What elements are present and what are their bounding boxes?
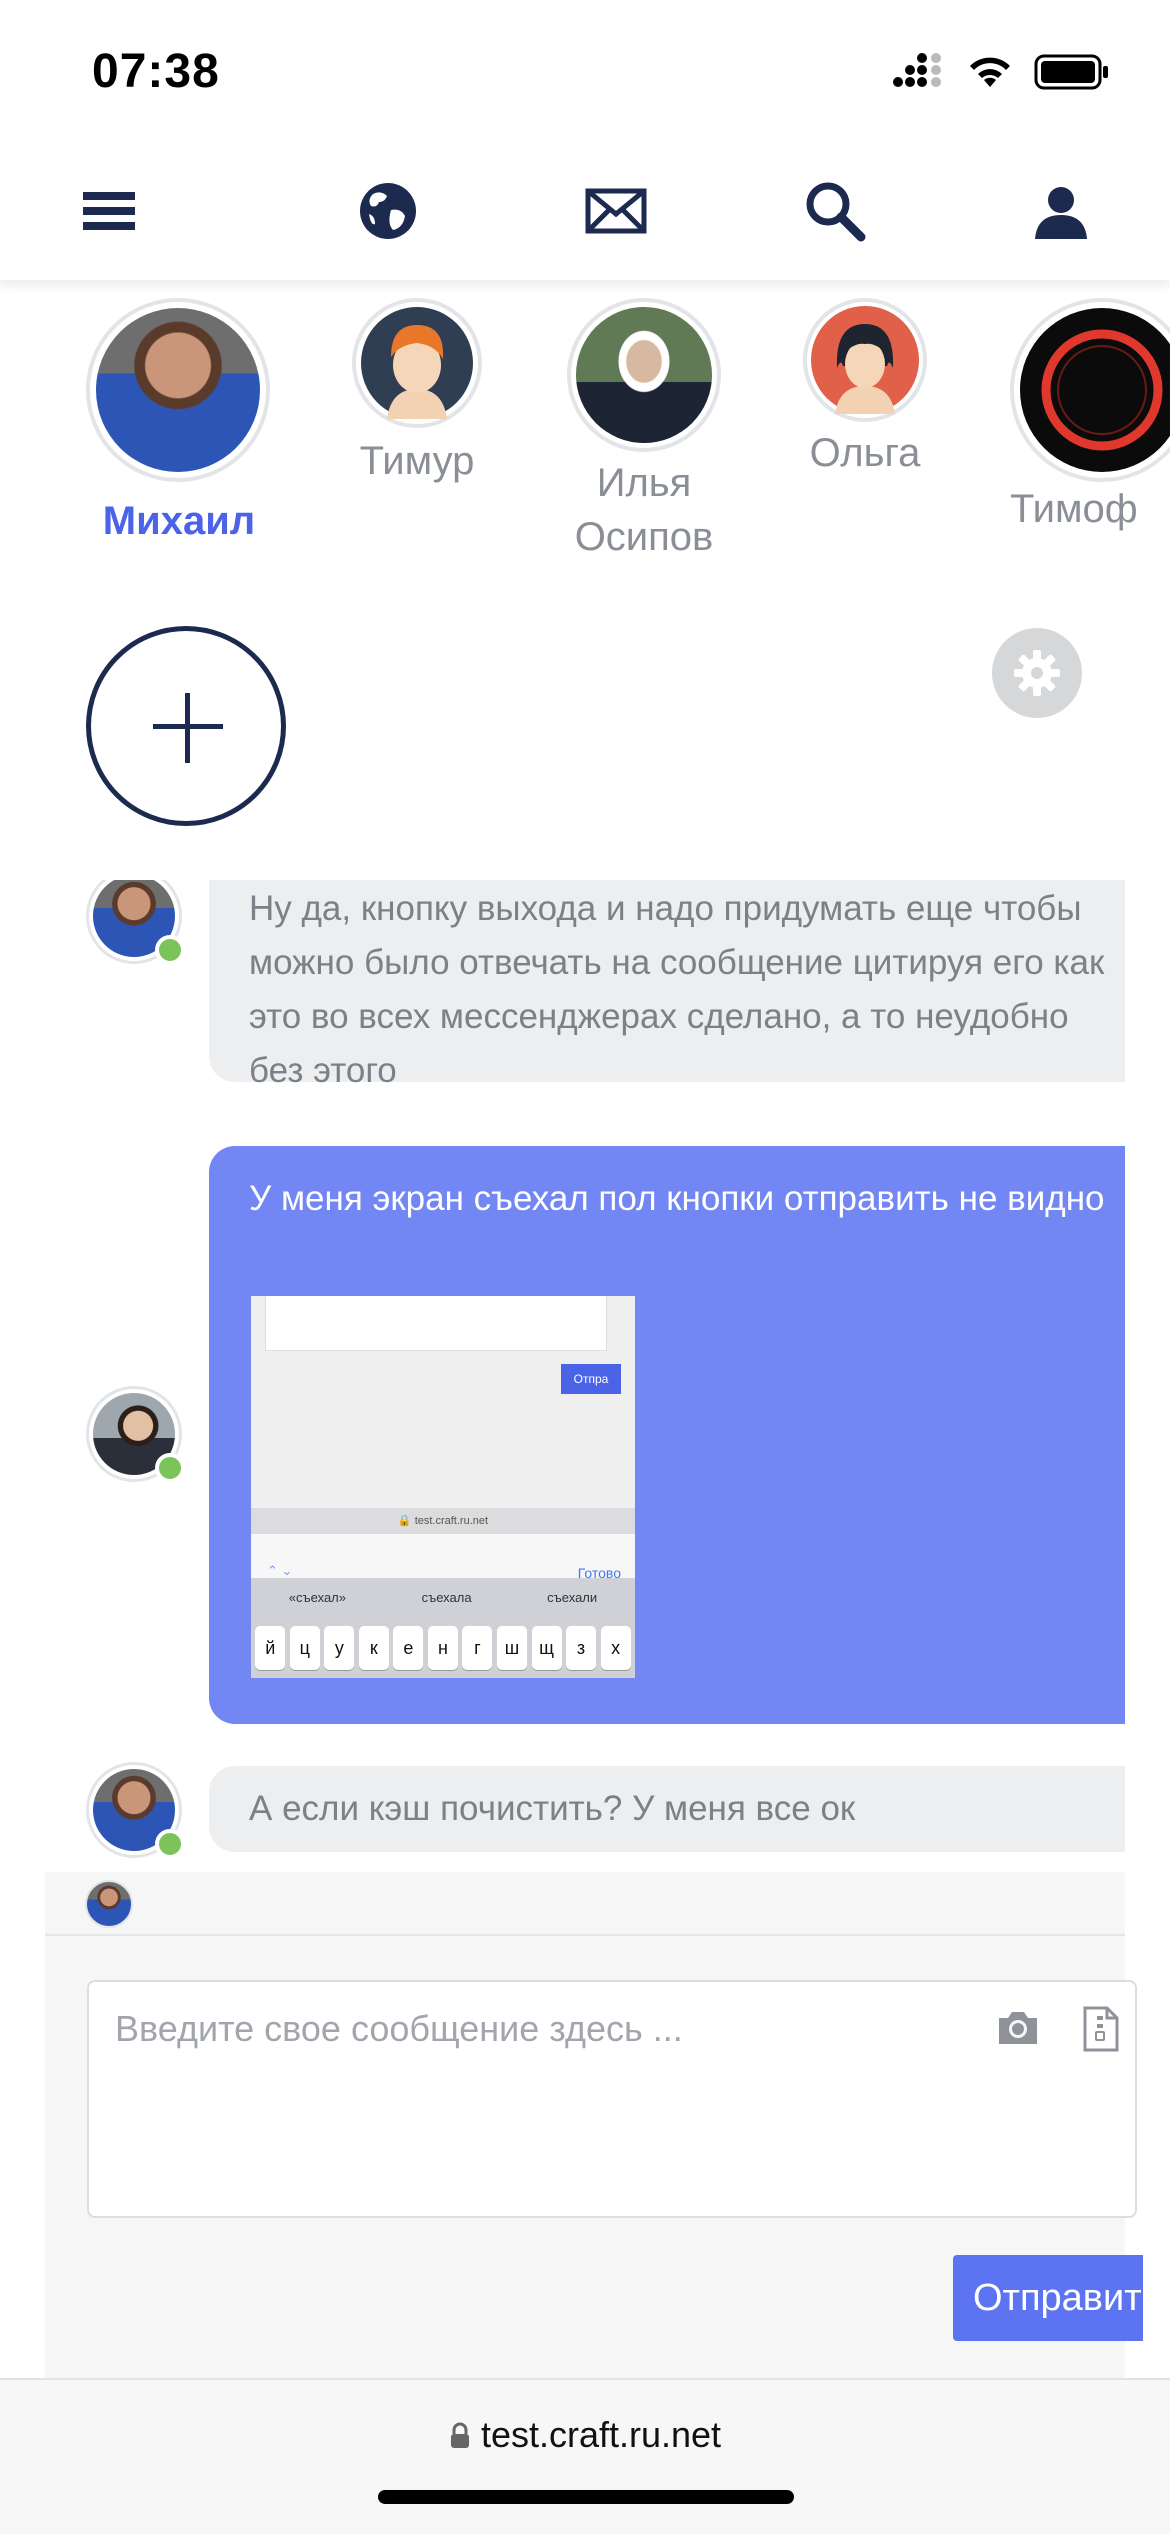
avatar [361,307,473,419]
contact-name-line1: Илья [596,461,692,505]
online-indicator [155,1453,185,1483]
message-composer: Введите свое сообщение здесь ... Отправи… [45,1872,1143,2378]
status-icons [892,52,1110,92]
camera-button[interactable] [995,2008,1041,2051]
settings-button[interactable] [992,628,1082,718]
message-text: Ну да, кнопку выхода и надо придумать ещ… [249,889,1105,1090]
message-incoming[interactable]: Ну да, кнопку выхода и надо придумать ещ… [209,880,1125,1090]
contact-name: Михаил [102,499,256,543]
avatar [1020,308,1170,472]
sender-avatar[interactable] [86,880,185,965]
status-bar: 07:38 [0,0,1170,140]
message-image-attachment[interactable]: Отпра 🔒 test.craft.ru.net ⌃ ⌄ Готово «съ… [251,1296,635,1678]
contact-avatar-ring [567,298,721,452]
attachment-keyboard: й ц у к е н г ш щ з х [251,1618,635,1678]
avatar [96,308,260,472]
message-incoming[interactable]: А если кэш почистить? У меня все ок [209,1766,1125,1852]
avatar [811,306,919,414]
search-button[interactable] [800,176,870,246]
top-navigation [0,140,1170,280]
menu-button[interactable] [74,176,144,246]
contact-name: Ольга [809,431,921,475]
contact-ilya[interactable]: Илья Осипов [564,298,724,564]
home-indicator[interactable] [378,2490,794,2504]
message-input-placeholder: Введите свое сообщение здесь ... [115,2008,683,2049]
contact-timur[interactable]: Тимур [352,298,482,488]
add-button[interactable] [86,626,286,826]
sender-avatar[interactable] [86,1762,185,1859]
file-archive-icon [1083,2006,1119,2052]
status-time: 07:38 [92,45,220,98]
gear-icon [1014,650,1060,696]
attachment-suggestions: «съехал» съехала съехали [251,1578,635,1618]
signal-icon [893,53,941,87]
chat-messages[interactable]: Ну да, кнопку выхода и надо придумать ещ… [45,880,1125,1872]
divider [45,1934,1125,1936]
browser-address-bar[interactable]: test.craft.ru.net [0,2378,1170,2534]
profile-button[interactable] [1026,176,1096,246]
attach-file-button[interactable] [1081,2006,1121,2057]
message-text: У меня экран съехал пол кнопки отправить… [249,1179,1105,1218]
camera-icon [999,2012,1037,2044]
attachment-url: 🔒 test.craft.ru.net [251,1508,635,1534]
avatar [576,307,712,443]
lock-icon [450,2422,469,2448]
attachment-send-label: Отпра [561,1364,621,1394]
messages-button[interactable] [581,176,651,246]
menu-icon [83,192,135,230]
send-button[interactable]: Отправить [953,2255,1143,2341]
mail-icon [585,188,647,234]
search-icon [806,182,866,242]
contact-name: Тимоф [1010,487,1138,531]
contact-olga[interactable]: Ольга [800,298,930,480]
contacts-carousel: Михаил Тимур Илья Осипов Ольга Тимоф [0,290,1170,580]
globe-button[interactable] [353,176,423,246]
contact-avatar-ring [1010,298,1170,482]
sender-avatar[interactable] [86,1386,185,1483]
wifi-icon [970,57,1010,87]
message-text: А если кэш почистить? У меня все ок [249,1789,856,1828]
contact-avatar-ring [803,298,927,422]
typing-avatar [85,1880,133,1928]
battery-icon [1034,54,1108,90]
online-indicator [155,1829,185,1859]
contact-name-line2: Осипов [574,515,714,559]
contact-mikhail[interactable]: Михаил [86,298,272,548]
contact-name: Тимур [359,439,475,483]
url-text: test.craft.ru.net [480,2414,722,2455]
user-icon [1035,187,1087,239]
online-indicator [155,935,185,965]
contact-avatar-ring [86,298,270,482]
contact-timofey[interactable]: Тимоф [1010,298,1170,536]
contact-avatar-ring [352,298,482,428]
message-input[interactable]: Введите свое сообщение здесь ... [87,1980,1137,2218]
globe-icon [360,183,416,239]
message-outgoing[interactable]: У меня экран съехал пол кнопки отправить… [209,1146,1125,1724]
url-row: test.craft.ru.net [0,2414,1170,2456]
